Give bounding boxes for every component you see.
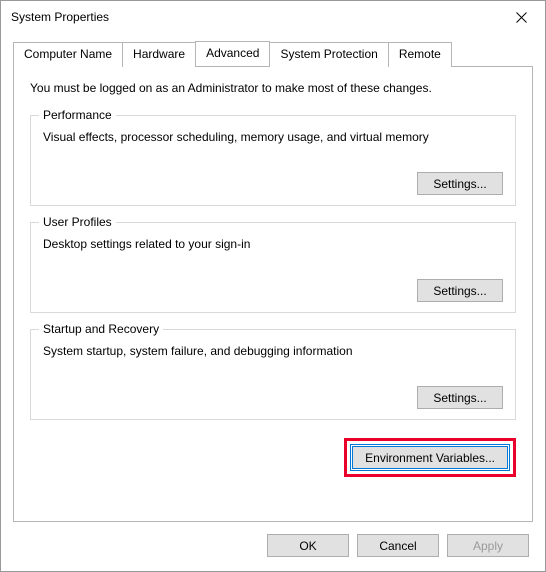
content-area: Computer Name Hardware Advanced System P…: [1, 33, 545, 522]
performance-desc: Visual effects, processor scheduling, me…: [43, 130, 503, 144]
close-icon: [516, 12, 527, 23]
system-properties-window: System Properties Computer Name Hardware…: [0, 0, 546, 572]
performance-actions: Settings...: [43, 172, 503, 195]
titlebar: System Properties: [1, 1, 545, 33]
user-profiles-desc: Desktop settings related to your sign-in: [43, 237, 503, 251]
startup-recovery-group: Startup and Recovery System startup, sys…: [30, 329, 516, 420]
env-vars-row: Environment Variables...: [30, 438, 516, 477]
close-button[interactable]: [499, 2, 543, 32]
user-profiles-title: User Profiles: [39, 215, 116, 229]
env-vars-highlight: Environment Variables...: [344, 438, 516, 477]
tab-hardware[interactable]: Hardware: [122, 42, 196, 67]
startup-recovery-desc: System startup, system failure, and debu…: [43, 344, 503, 358]
admin-note: You must be logged on as an Administrato…: [30, 81, 516, 95]
performance-group: Performance Visual effects, processor sc…: [30, 115, 516, 206]
user-profiles-settings-button[interactable]: Settings...: [417, 279, 503, 302]
cancel-button[interactable]: Cancel: [357, 534, 439, 557]
performance-settings-button[interactable]: Settings...: [417, 172, 503, 195]
startup-recovery-settings-button[interactable]: Settings...: [417, 386, 503, 409]
ok-button[interactable]: OK: [267, 534, 349, 557]
user-profiles-group: User Profiles Desktop settings related t…: [30, 222, 516, 313]
tab-computer-name[interactable]: Computer Name: [13, 42, 123, 67]
tab-advanced[interactable]: Advanced: [195, 41, 270, 66]
tab-strip: Computer Name Hardware Advanced System P…: [13, 41, 533, 66]
window-title: System Properties: [11, 10, 499, 24]
advanced-panel: You must be logged on as an Administrato…: [13, 66, 533, 522]
env-vars-focus-ring: Environment Variables...: [350, 444, 510, 471]
startup-recovery-actions: Settings...: [43, 386, 503, 409]
performance-title: Performance: [39, 108, 116, 122]
environment-variables-button[interactable]: Environment Variables...: [352, 446, 508, 469]
tab-remote[interactable]: Remote: [388, 42, 452, 67]
tab-system-protection[interactable]: System Protection: [269, 42, 388, 67]
user-profiles-actions: Settings...: [43, 279, 503, 302]
startup-recovery-title: Startup and Recovery: [39, 322, 163, 336]
dialog-button-bar: OK Cancel Apply: [1, 522, 545, 571]
apply-button[interactable]: Apply: [447, 534, 529, 557]
